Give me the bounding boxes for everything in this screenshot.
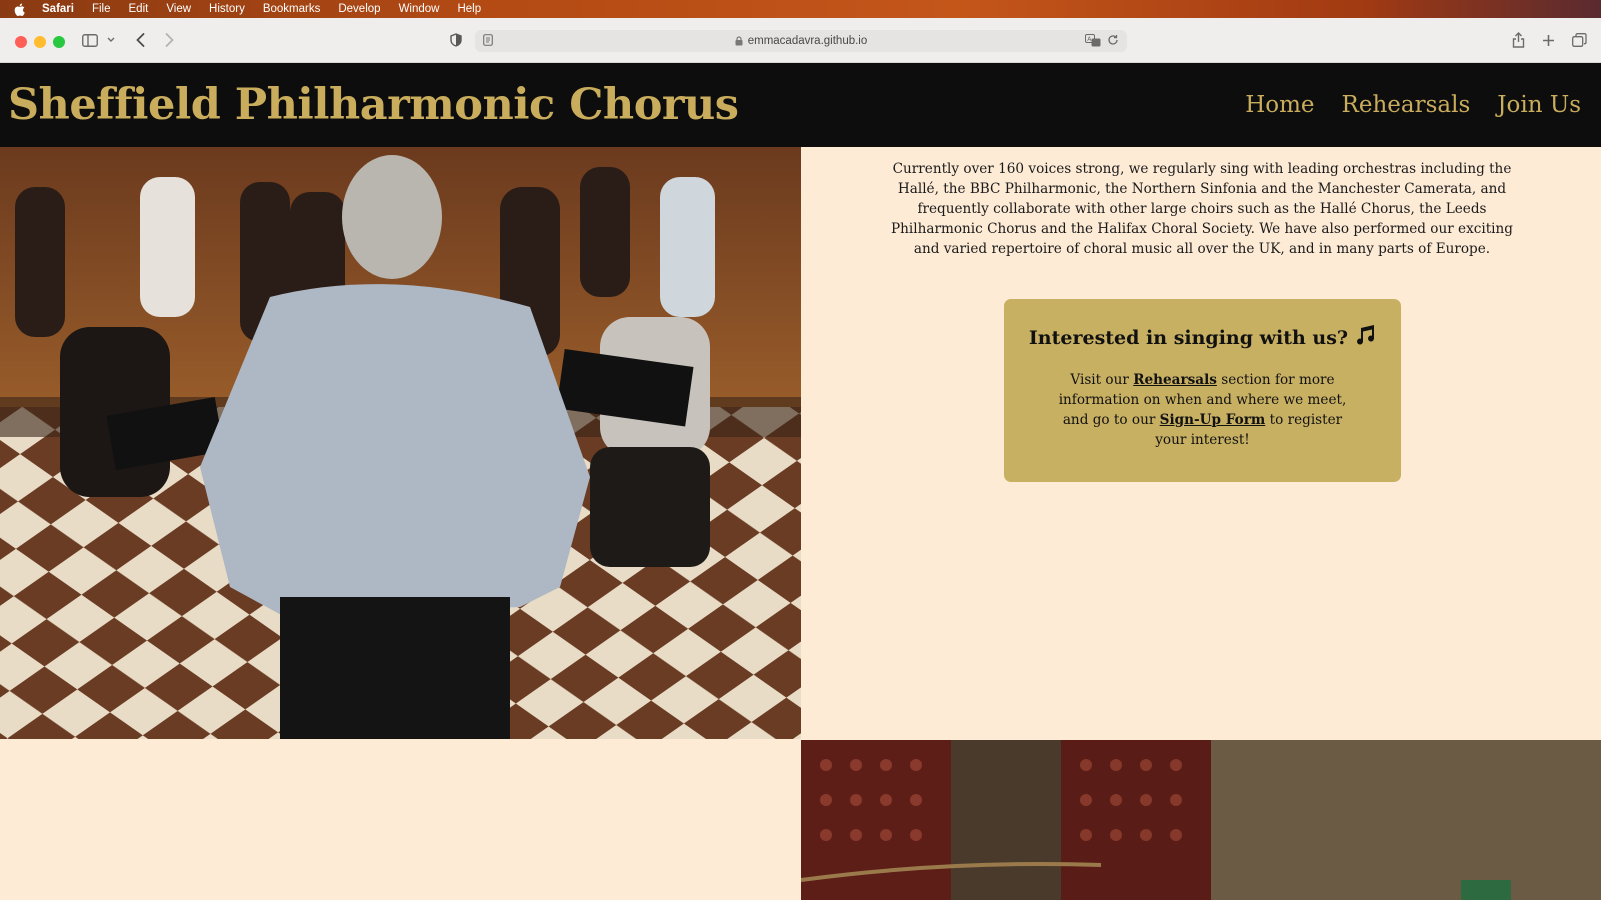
menu-develop[interactable]: Develop (338, 3, 380, 15)
fullscreen-window-button[interactable] (53, 36, 65, 48)
minimize-window-button[interactable] (34, 36, 46, 48)
menu-bookmarks[interactable]: Bookmarks (263, 3, 321, 15)
back-arrow-icon[interactable] (132, 29, 148, 51)
url-text: emmacadavra.github.io (747, 35, 868, 47)
menu-file[interactable]: File (92, 3, 111, 15)
music-notes-icon (1354, 325, 1376, 350)
address-bar[interactable]: emmacadavra.github.io A (475, 30, 1127, 52)
menu-help[interactable]: Help (457, 3, 481, 15)
privacy-shield-icon[interactable] (448, 29, 464, 51)
browser-toolbar: emmacadavra.github.io A (0, 18, 1601, 63)
site-title[interactable]: Sheffield Philharmonic Chorus (8, 80, 739, 130)
reload-icon[interactable] (1107, 34, 1119, 49)
intro-text: Currently over 160 voices strong, we reg… (891, 161, 1513, 257)
svg-text:A: A (1087, 36, 1092, 43)
forward-arrow-icon[interactable] (161, 29, 177, 51)
tab-overview-icon[interactable] (1570, 29, 1588, 51)
nav-join-us[interactable]: Join Us (1497, 92, 1581, 118)
translate-icon[interactable]: A (1085, 34, 1101, 50)
close-window-button[interactable] (15, 36, 27, 48)
join-callout: Interested in singing with us? Visit our… (1004, 299, 1401, 482)
apple-menu-icon[interactable] (14, 3, 26, 16)
sidebar-toggle-icon[interactable] (80, 29, 100, 51)
main-content: Currently over 160 voices strong, we reg… (0, 147, 1601, 900)
callout-text: Visit our Rehearsals section for more in… (1053, 370, 1353, 450)
menu-history[interactable]: History (209, 3, 245, 15)
callout-heading-text: Interested in singing with us? (1028, 326, 1349, 349)
site-header: Sheffield Philharmonic Chorus Home Rehea… (0, 63, 1601, 147)
share-icon[interactable] (1509, 29, 1527, 51)
rehearsal-photo (0, 147, 801, 739)
menu-edit[interactable]: Edit (129, 3, 149, 15)
menu-window[interactable]: Window (399, 3, 440, 15)
new-tab-icon[interactable] (1539, 29, 1557, 51)
page-menu-icon[interactable] (483, 34, 493, 49)
lock-icon (735, 36, 743, 46)
venue-photo (801, 740, 1601, 900)
rehearsals-link[interactable]: Rehearsals (1133, 372, 1217, 388)
callout-text-1: Visit our (1070, 372, 1134, 388)
chevron-down-icon[interactable] (104, 29, 118, 51)
sign-up-form-link[interactable]: Sign-Up Form (1160, 412, 1266, 428)
menu-view[interactable]: View (166, 3, 191, 15)
nav-rehearsals[interactable]: Rehearsals (1342, 92, 1471, 118)
menu-app-name[interactable]: Safari (42, 3, 74, 15)
callout-heading: Interested in singing with us? (1004, 325, 1401, 350)
nav-home[interactable]: Home (1245, 92, 1314, 118)
macos-menu-bar: Safari File Edit View History Bookmarks … (0, 0, 1601, 18)
main-nav: Home Rehearsals Join Us (1245, 92, 1581, 118)
